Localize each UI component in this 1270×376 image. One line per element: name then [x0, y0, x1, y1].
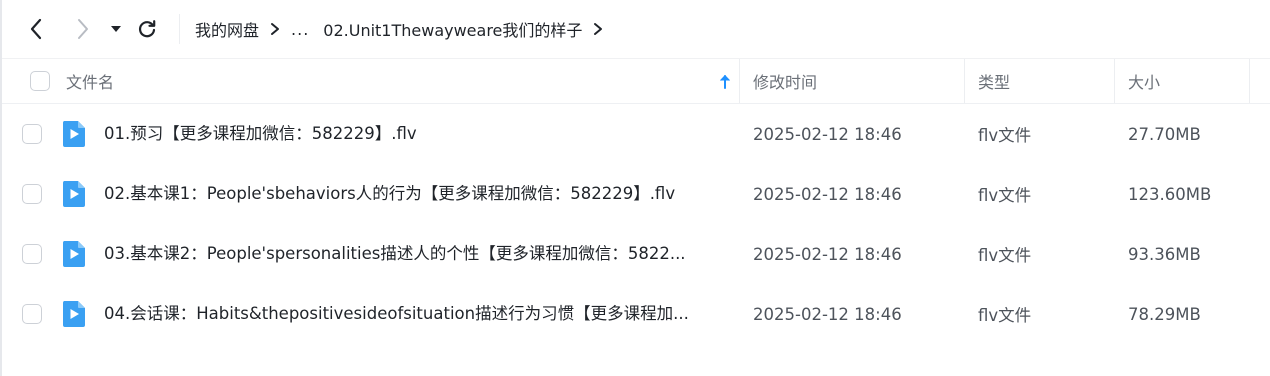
breadcrumb: 我的网盘 ... 02.Unit1Thewayweare我们的样子	[195, 16, 614, 42]
video-file-icon	[62, 301, 85, 327]
file-table-header: 文件名 修改时间 类型 大小	[2, 58, 1270, 104]
file-modified-time: 2025-02-12 18:46	[753, 184, 902, 204]
breadcrumb-ellipsis[interactable]: ...	[291, 20, 309, 39]
file-type: flv文件	[978, 246, 1032, 265]
column-divider[interactable]	[1249, 59, 1250, 103]
file-modified-time: 2025-02-12 18:46	[753, 124, 902, 144]
column-divider[interactable]	[739, 59, 740, 103]
chevron-left-icon	[30, 18, 42, 40]
file-size: 27.70MB	[1128, 124, 1201, 144]
video-file-icon	[62, 181, 85, 207]
file-modified-time: 2025-02-12 18:46	[753, 244, 902, 264]
file-name[interactable]: 03.基本课2：People'spersonalities描述人的个性【更多课程…	[104, 224, 732, 284]
row-checkbox[interactable]	[22, 304, 42, 324]
caret-down-icon	[111, 26, 121, 32]
video-file-icon	[62, 121, 85, 147]
forward-button[interactable]	[71, 17, 95, 41]
refresh-button[interactable]	[135, 17, 159, 41]
column-header-modified[interactable]: 修改时间	[753, 59, 817, 103]
toolbar: 我的网盘 ... 02.Unit1Thewayweare我们的样子	[2, 0, 1270, 58]
column-header-size[interactable]: 大小	[1128, 59, 1160, 103]
file-name[interactable]: 02.基本课1：People'sbehaviors人的行为【更多课程加微信：58…	[104, 164, 732, 224]
file-size: 78.29MB	[1128, 304, 1201, 324]
row-checkbox[interactable]	[22, 244, 42, 264]
table-row[interactable]: 01.预习【更多课程加微信：582229】.flv 2025-02-12 18:…	[2, 104, 1270, 164]
video-file-icon	[62, 241, 85, 267]
table-row[interactable]: 02.基本课1：People'sbehaviors人的行为【更多课程加微信：58…	[2, 164, 1270, 224]
file-name[interactable]: 04.会话课：Habits&thepositivesideofsituation…	[104, 284, 732, 344]
back-button[interactable]	[24, 17, 48, 41]
file-type: flv文件	[978, 126, 1032, 145]
file-type: flv文件	[978, 186, 1032, 205]
table-row[interactable]: 03.基本课2：People'spersonalities描述人的个性【更多课程…	[2, 224, 1270, 284]
column-header-name[interactable]: 文件名	[66, 59, 114, 103]
toolbar-divider	[179, 14, 180, 44]
file-type: flv文件	[978, 306, 1032, 325]
breadcrumb-separator-icon	[263, 19, 287, 39]
row-checkbox[interactable]	[22, 184, 42, 204]
refresh-icon	[138, 20, 156, 38]
breadcrumb-separator-icon[interactable]	[586, 19, 610, 39]
breadcrumb-current-folder[interactable]: 02.Unit1Thewayweare我们的样子	[323, 17, 582, 41]
column-divider[interactable]	[1114, 59, 1115, 103]
column-divider[interactable]	[964, 59, 965, 103]
table-row[interactable]: 04.会话课：Habits&thepositivesideofsituation…	[2, 284, 1270, 344]
column-header-type[interactable]: 类型	[978, 59, 1010, 103]
row-checkbox[interactable]	[22, 124, 42, 144]
history-dropdown-button[interactable]	[106, 17, 126, 41]
file-size: 123.60MB	[1128, 184, 1212, 204]
file-size: 93.36MB	[1128, 244, 1201, 264]
chevron-right-icon	[78, 19, 88, 39]
file-modified-time: 2025-02-12 18:46	[753, 304, 902, 324]
breadcrumb-root[interactable]: 我的网盘	[195, 17, 259, 41]
arrow-up-icon[interactable]	[718, 73, 732, 91]
file-name[interactable]: 01.预习【更多课程加微信：582229】.flv	[104, 104, 732, 164]
select-all-checkbox[interactable]	[30, 71, 50, 91]
